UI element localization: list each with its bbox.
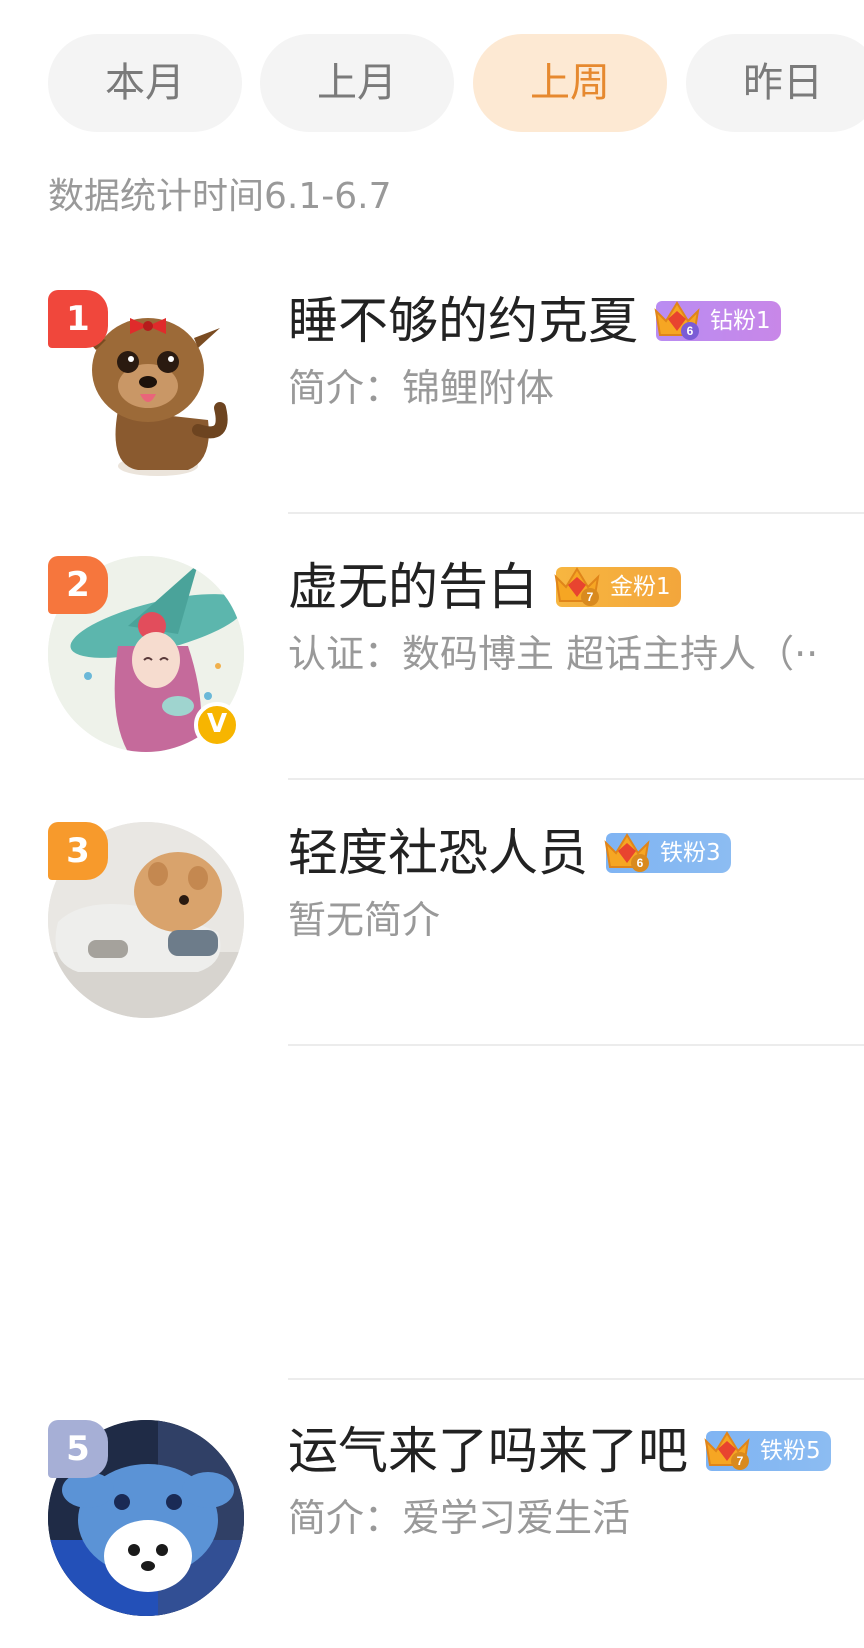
badge-text: 铁粉3 xyxy=(660,840,721,866)
ranking-row[interactable]: 1 睡不够的约克夏 6 钻粉1 简介：锦鲤附体 xyxy=(0,290,864,526)
avatar[interactable]: 1 xyxy=(48,290,244,486)
avatar[interactable]: 2 V xyxy=(48,556,244,752)
verified-icon: V xyxy=(194,702,240,748)
badge-level: 7 xyxy=(737,1454,744,1468)
rank-badge: 3 xyxy=(48,822,108,880)
user-name[interactable]: 轻度社恐人员 xyxy=(288,822,588,884)
user-name[interactable]: 虚无的告白 xyxy=(288,556,538,618)
crown-icon: 7 xyxy=(704,1431,750,1470)
crown-icon: 7 xyxy=(554,567,600,606)
badge-level: 7 xyxy=(587,590,594,604)
user-intro: 暂无简介 xyxy=(288,898,441,942)
divider xyxy=(288,1044,864,1046)
rank-badge: 2 xyxy=(48,556,108,614)
period-tabs: 本月 上月 上周 昨日 xyxy=(48,34,864,132)
user-name[interactable]: 运气来了吗来了吧 xyxy=(288,1420,688,1482)
ranking-row[interactable]: 3 轻度社恐人员 6 铁粉3 暂无简介 xyxy=(0,822,864,1058)
fan-badge[interactable]: 7 金粉1 xyxy=(554,567,681,607)
crown-icon: 6 xyxy=(654,301,700,340)
divider xyxy=(288,778,864,780)
stats-period-text: 数据统计时间6.1-6.7 xyxy=(48,176,392,217)
badge-text: 钻粉1 xyxy=(710,308,771,334)
badge-level: 6 xyxy=(637,856,644,870)
fan-badge[interactable]: 6 铁粉3 xyxy=(604,833,731,873)
user-name[interactable]: 睡不够的约克夏 xyxy=(288,290,638,352)
divider xyxy=(288,512,864,514)
user-intro: 简介：爱学习爱生活 xyxy=(288,1496,631,1540)
name-line: 运气来了吗来了吧 7 铁粉5 xyxy=(288,1420,831,1482)
name-line: 睡不够的约克夏 6 钻粉1 xyxy=(288,290,781,352)
avatar[interactable]: 5 xyxy=(48,1420,244,1616)
name-line: 轻度社恐人员 6 铁粉3 xyxy=(288,822,731,884)
crown-icon: 6 xyxy=(604,833,650,872)
ranking-row[interactable]: 2 V 虚无的告白 7 金粉1 认证：数码博主 超话主持人（·· xyxy=(0,556,864,792)
blank-row xyxy=(0,1088,864,1380)
badge-text: 铁粉5 xyxy=(760,1438,821,1464)
badge-level: 6 xyxy=(687,324,694,338)
fan-badge[interactable]: 7 铁粉5 xyxy=(704,1431,831,1471)
tab-last-week[interactable]: 上周 xyxy=(473,34,667,132)
rank-badge: 1 xyxy=(48,290,108,348)
user-intro: 简介：锦鲤附体 xyxy=(288,366,555,410)
tab-yesterday[interactable]: 昨日 xyxy=(686,34,864,132)
avatar[interactable]: 3 xyxy=(48,822,244,1018)
divider xyxy=(288,1378,864,1380)
tab-last-month[interactable]: 上月 xyxy=(260,34,454,132)
name-line: 虚无的告白 7 金粉1 xyxy=(288,556,681,618)
fan-badge[interactable]: 6 钻粉1 xyxy=(654,301,781,341)
tab-this-month[interactable]: 本月 xyxy=(48,34,242,132)
rank-badge: 5 xyxy=(48,1420,108,1478)
user-intro: 认证：数码博主 超话主持人（·· xyxy=(288,632,819,676)
badge-text: 金粉1 xyxy=(610,574,671,600)
ranking-row[interactable]: 5 运气来了吗来了吧 7 铁粉5 简介：爱学习爱生活 xyxy=(0,1420,864,1648)
